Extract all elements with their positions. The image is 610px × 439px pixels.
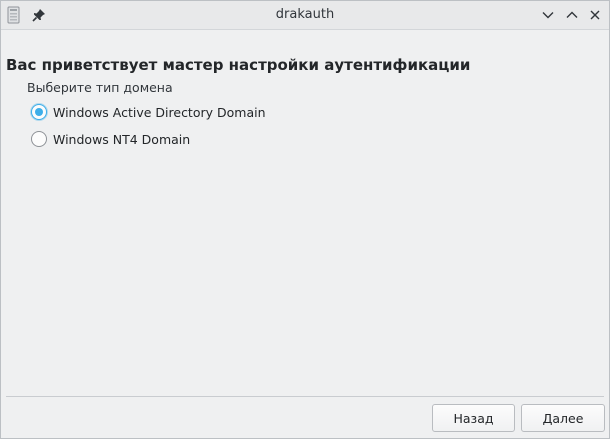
close-icon[interactable] [585, 5, 605, 25]
radio-button-nt4[interactable] [31, 131, 47, 147]
radio-option-active-directory[interactable]: Windows Active Directory Domain [31, 102, 266, 122]
radio-label-nt4[interactable]: Windows NT4 Domain [53, 132, 190, 147]
chevron-up-icon[interactable] [562, 5, 582, 25]
chevron-down-icon[interactable] [538, 5, 558, 25]
next-button[interactable]: Далее [521, 404, 605, 432]
back-button[interactable]: Назад [432, 404, 515, 432]
domain-type-label: Выберите тип домена [27, 80, 173, 95]
window-title: drakauth [275, 7, 335, 22]
footer-separator [6, 396, 604, 397]
radio-button-active-directory[interactable] [31, 104, 47, 120]
page-heading: Вас приветствует мастер настройки аутент… [6, 56, 471, 74]
radio-label-active-directory[interactable]: Windows Active Directory Domain [53, 105, 266, 120]
radio-option-nt4[interactable]: Windows NT4 Domain [31, 129, 190, 149]
dialog-window: drakauth Вас приветствует мастер настрой… [0, 0, 610, 439]
title-bar[interactable]: drakauth [1, 1, 609, 30]
